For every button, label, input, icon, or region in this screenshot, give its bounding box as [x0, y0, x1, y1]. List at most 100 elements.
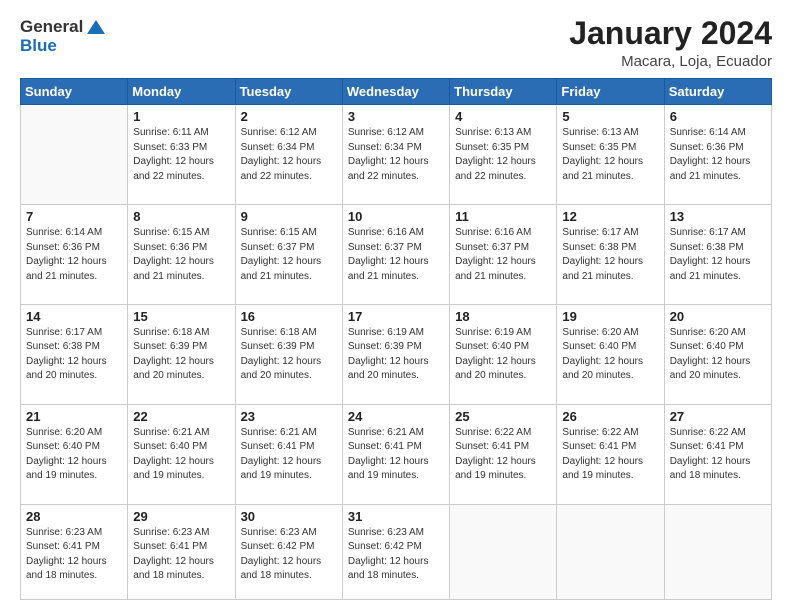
day-info: Sunrise: 6:11 AMSunset: 6:33 PMDaylight:…	[133, 126, 229, 184]
month-title: January 2024	[569, 16, 772, 51]
table-row: 20 Sunrise: 6:20 AMSunset: 6:40 PMDayligh…	[664, 304, 771, 404]
day-info: Sunrise: 6:21 AMSunset: 6:41 PMDaylight:…	[348, 426, 444, 484]
col-monday: Monday	[128, 79, 235, 105]
table-row: 30Sunrise: 6:23 AMSunset: 6:42 PMDayligh…	[235, 504, 342, 599]
day-info: Sunrise: 6:17 AMSunset: 6:38 PMDaylight:…	[670, 226, 766, 284]
day-info: Sunrise: 6:22 AMSunset: 6:41 PMDaylight:…	[455, 426, 551, 484]
table-row: 21Sunrise: 6:20 AMSunset: 6:40 PMDayligh…	[21, 404, 128, 504]
day-info: Sunrise: 6:13 AMSunset: 6:35 PMDaylight:…	[562, 126, 658, 184]
day-info: Sunrise: 6:21 AMSunset: 6:40 PMDaylight:…	[133, 426, 229, 484]
day-number: 7	[26, 209, 122, 224]
day-info: Sunrise: 6:18 AMSunset: 6:39 PMDaylight:…	[241, 326, 337, 384]
day-number: 20	[670, 309, 766, 324]
col-saturday: Saturday	[664, 79, 771, 105]
table-row: 4Sunrise: 6:13 AMSunset: 6:35 PMDaylight…	[450, 105, 557, 205]
table-row: 10 Sunrise: 6:16 AMSunset: 6:37 PMDayligh…	[342, 205, 449, 305]
table-row: 12 Sunrise: 6:17 AMSunset: 6:38 PMDayligh…	[557, 205, 664, 305]
calendar-week-row: 14Sunrise: 6:17 AMSunset: 6:38 PMDayligh…	[21, 304, 772, 404]
day-info: Sunrise: 6:14 AMSunset: 6:36 PMDaylight:…	[26, 226, 122, 284]
day-number: 22	[133, 409, 229, 424]
location: Macara, Loja, Ecuador	[569, 53, 772, 70]
day-info: Sunrise: 6:21 AMSunset: 6:41 PMDaylight:…	[241, 426, 337, 484]
day-info: Sunrise: 6:16 AMSunset: 6:37 PMDaylight:…	[455, 226, 551, 284]
day-number: 23	[241, 409, 337, 424]
day-number: 12	[562, 209, 658, 224]
day-number: 18	[455, 309, 551, 324]
calendar-week-row: 1 Sunrise: 6:11 AMSunset: 6:33 PMDaylight…	[21, 105, 772, 205]
logo-triangle-icon	[85, 16, 107, 38]
table-row: 11 Sunrise: 6:16 AMSunset: 6:37 PMDayligh…	[450, 205, 557, 305]
day-info: Sunrise: 6:17 AMSunset: 6:38 PMDaylight:…	[26, 326, 122, 384]
day-info: Sunrise: 6:19 AMSunset: 6:39 PMDaylight:…	[348, 326, 444, 384]
table-row: 14Sunrise: 6:17 AMSunset: 6:38 PMDayligh…	[21, 304, 128, 404]
col-friday: Friday	[557, 79, 664, 105]
day-info: Sunrise: 6:16 AMSunset: 6:37 PMDaylight:…	[348, 226, 444, 284]
table-row: 3Sunrise: 6:12 AMSunset: 6:34 PMDaylight…	[342, 105, 449, 205]
table-row: 28Sunrise: 6:23 AMSunset: 6:41 PMDayligh…	[21, 504, 128, 599]
day-info: Sunrise: 6:14 AMSunset: 6:36 PMDaylight:…	[670, 126, 766, 184]
logo-blue-text: Blue	[20, 36, 107, 56]
table-row: 6 Sunrise: 6:14 AMSunset: 6:36 PMDaylight…	[664, 105, 771, 205]
day-number: 2	[241, 109, 337, 124]
table-row: 17Sunrise: 6:19 AMSunset: 6:39 PMDayligh…	[342, 304, 449, 404]
day-info: Sunrise: 6:15 AMSunset: 6:37 PMDaylight:…	[241, 226, 337, 284]
table-row: 7 Sunrise: 6:14 AMSunset: 6:36 PMDaylight…	[21, 205, 128, 305]
page: General Blue January 2024 Macara, Loja, …	[0, 0, 792, 612]
table-row	[21, 105, 128, 205]
table-row	[450, 504, 557, 599]
calendar-table: Sunday Monday Tuesday Wednesday Thursday…	[20, 78, 772, 600]
table-row: 29 Sunrise: 6:23 AMSunset: 6:41 PMDayligh…	[128, 504, 235, 599]
table-row: 13 Sunrise: 6:17 AMSunset: 6:38 PMDayligh…	[664, 205, 771, 305]
day-info: Sunrise: 6:17 AMSunset: 6:38 PMDaylight:…	[562, 226, 658, 284]
day-number: 11	[455, 209, 551, 224]
calendar-header-row: Sunday Monday Tuesday Wednesday Thursday…	[21, 79, 772, 105]
day-number: 3	[348, 109, 444, 124]
col-thursday: Thursday	[450, 79, 557, 105]
title-block: January 2024 Macara, Loja, Ecuador	[569, 16, 772, 70]
calendar-week-row: 21Sunrise: 6:20 AMSunset: 6:40 PMDayligh…	[21, 404, 772, 504]
day-number: 30	[241, 509, 337, 524]
table-row: 24 Sunrise: 6:21 AMSunset: 6:41 PMDayligh…	[342, 404, 449, 504]
day-info: Sunrise: 6:23 AMSunset: 6:41 PMDaylight:…	[26, 526, 122, 584]
day-info: Sunrise: 6:19 AMSunset: 6:40 PMDaylight:…	[455, 326, 551, 384]
table-row: 2Sunrise: 6:12 AMSunset: 6:34 PMDaylight…	[235, 105, 342, 205]
day-number: 15	[133, 309, 229, 324]
day-number: 29	[133, 509, 229, 524]
calendar-week-row: 7 Sunrise: 6:14 AMSunset: 6:36 PMDaylight…	[21, 205, 772, 305]
day-number: 5	[562, 109, 658, 124]
day-info: Sunrise: 6:20 AMSunset: 6:40 PMDaylight:…	[670, 326, 766, 384]
table-row: 9 Sunrise: 6:15 AMSunset: 6:37 PMDaylight…	[235, 205, 342, 305]
day-number: 1	[133, 109, 229, 124]
table-row: 27Sunrise: 6:22 AMSunset: 6:41 PMDayligh…	[664, 404, 771, 504]
day-info: Sunrise: 6:23 AMSunset: 6:41 PMDaylight:…	[133, 526, 229, 584]
table-row: 22 Sunrise: 6:21 AMSunset: 6:40 PMDayligh…	[128, 404, 235, 504]
day-number: 25	[455, 409, 551, 424]
table-row: 18 Sunrise: 6:19 AMSunset: 6:40 PMDayligh…	[450, 304, 557, 404]
day-number: 19	[562, 309, 658, 324]
day-number: 21	[26, 409, 122, 424]
day-number: 10	[348, 209, 444, 224]
day-number: 8	[133, 209, 229, 224]
day-number: 9	[241, 209, 337, 224]
table-row: 31Sunrise: 6:23 AMSunset: 6:42 PMDayligh…	[342, 504, 449, 599]
col-sunday: Sunday	[21, 79, 128, 105]
header: General Blue January 2024 Macara, Loja, …	[20, 16, 772, 70]
table-row: 25 Sunrise: 6:22 AMSunset: 6:41 PMDayligh…	[450, 404, 557, 504]
day-info: Sunrise: 6:22 AMSunset: 6:41 PMDaylight:…	[562, 426, 658, 484]
calendar-week-row: 28Sunrise: 6:23 AMSunset: 6:41 PMDayligh…	[21, 504, 772, 599]
day-number: 27	[670, 409, 766, 424]
day-number: 24	[348, 409, 444, 424]
col-wednesday: Wednesday	[342, 79, 449, 105]
table-row: 15 Sunrise: 6:18 AMSunset: 6:39 PMDayligh…	[128, 304, 235, 404]
day-info: Sunrise: 6:18 AMSunset: 6:39 PMDaylight:…	[133, 326, 229, 384]
day-number: 6	[670, 109, 766, 124]
table-row	[557, 504, 664, 599]
table-row: 26Sunrise: 6:22 AMSunset: 6:41 PMDayligh…	[557, 404, 664, 504]
table-row: 16Sunrise: 6:18 AMSunset: 6:39 PMDayligh…	[235, 304, 342, 404]
day-number: 13	[670, 209, 766, 224]
day-number: 31	[348, 509, 444, 524]
col-tuesday: Tuesday	[235, 79, 342, 105]
table-row: 8Sunrise: 6:15 AMSunset: 6:36 PMDaylight…	[128, 205, 235, 305]
logo: General Blue	[20, 16, 107, 56]
table-row: 5 Sunrise: 6:13 AMSunset: 6:35 PMDaylight…	[557, 105, 664, 205]
